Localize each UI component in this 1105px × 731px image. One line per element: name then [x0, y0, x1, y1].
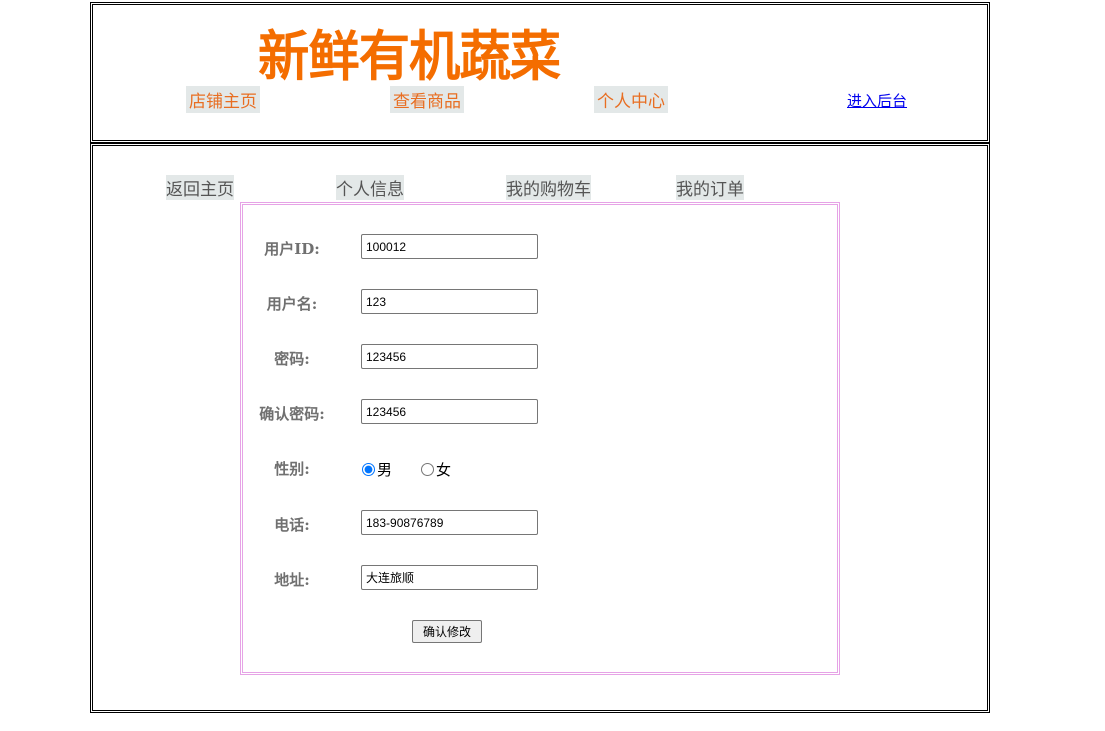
- gender-female-radio[interactable]: [421, 463, 434, 476]
- gender-male-radio[interactable]: [362, 463, 375, 476]
- address-input[interactable]: [361, 565, 538, 590]
- user-id-label: 用户ID:: [264, 240, 320, 258]
- site-logo: 新鲜有机蔬菜: [258, 25, 561, 88]
- subnav-cart[interactable]: 我的购物车: [506, 175, 591, 200]
- gender-male-text: 男: [377, 461, 393, 479]
- username-input[interactable]: [361, 289, 538, 314]
- nav-personal-center[interactable]: 个人中心: [594, 86, 668, 113]
- password-input[interactable]: [361, 344, 538, 369]
- subnav-orders[interactable]: 我的订单: [676, 175, 744, 200]
- password-label: 密码:: [274, 350, 310, 368]
- address-label: 地址:: [274, 571, 310, 589]
- subnav-home[interactable]: 返回主页: [166, 175, 234, 200]
- confirm-password-input[interactable]: [361, 399, 538, 424]
- nav-view-products[interactable]: 查看商品: [390, 86, 464, 113]
- user-id-input[interactable]: [361, 234, 538, 259]
- profile-form: [240, 202, 840, 675]
- username-label: 用户名:: [266, 295, 318, 313]
- gender-female-text: 女: [436, 461, 452, 479]
- phone-input[interactable]: [361, 510, 538, 535]
- subnav-profile[interactable]: 个人信息: [336, 175, 404, 200]
- confirm-password-label: 确认密码:: [259, 405, 325, 423]
- nav-store-home[interactable]: 店铺主页: [186, 86, 260, 113]
- confirm-edit-button[interactable]: 确认修改: [412, 620, 482, 643]
- phone-label: 电话:: [274, 516, 310, 534]
- gender-female[interactable]: 女: [421, 459, 451, 480]
- gender-label: 性别:: [274, 460, 310, 478]
- admin-link[interactable]: 进入后台: [847, 90, 907, 111]
- gender-male[interactable]: 男: [362, 459, 392, 480]
